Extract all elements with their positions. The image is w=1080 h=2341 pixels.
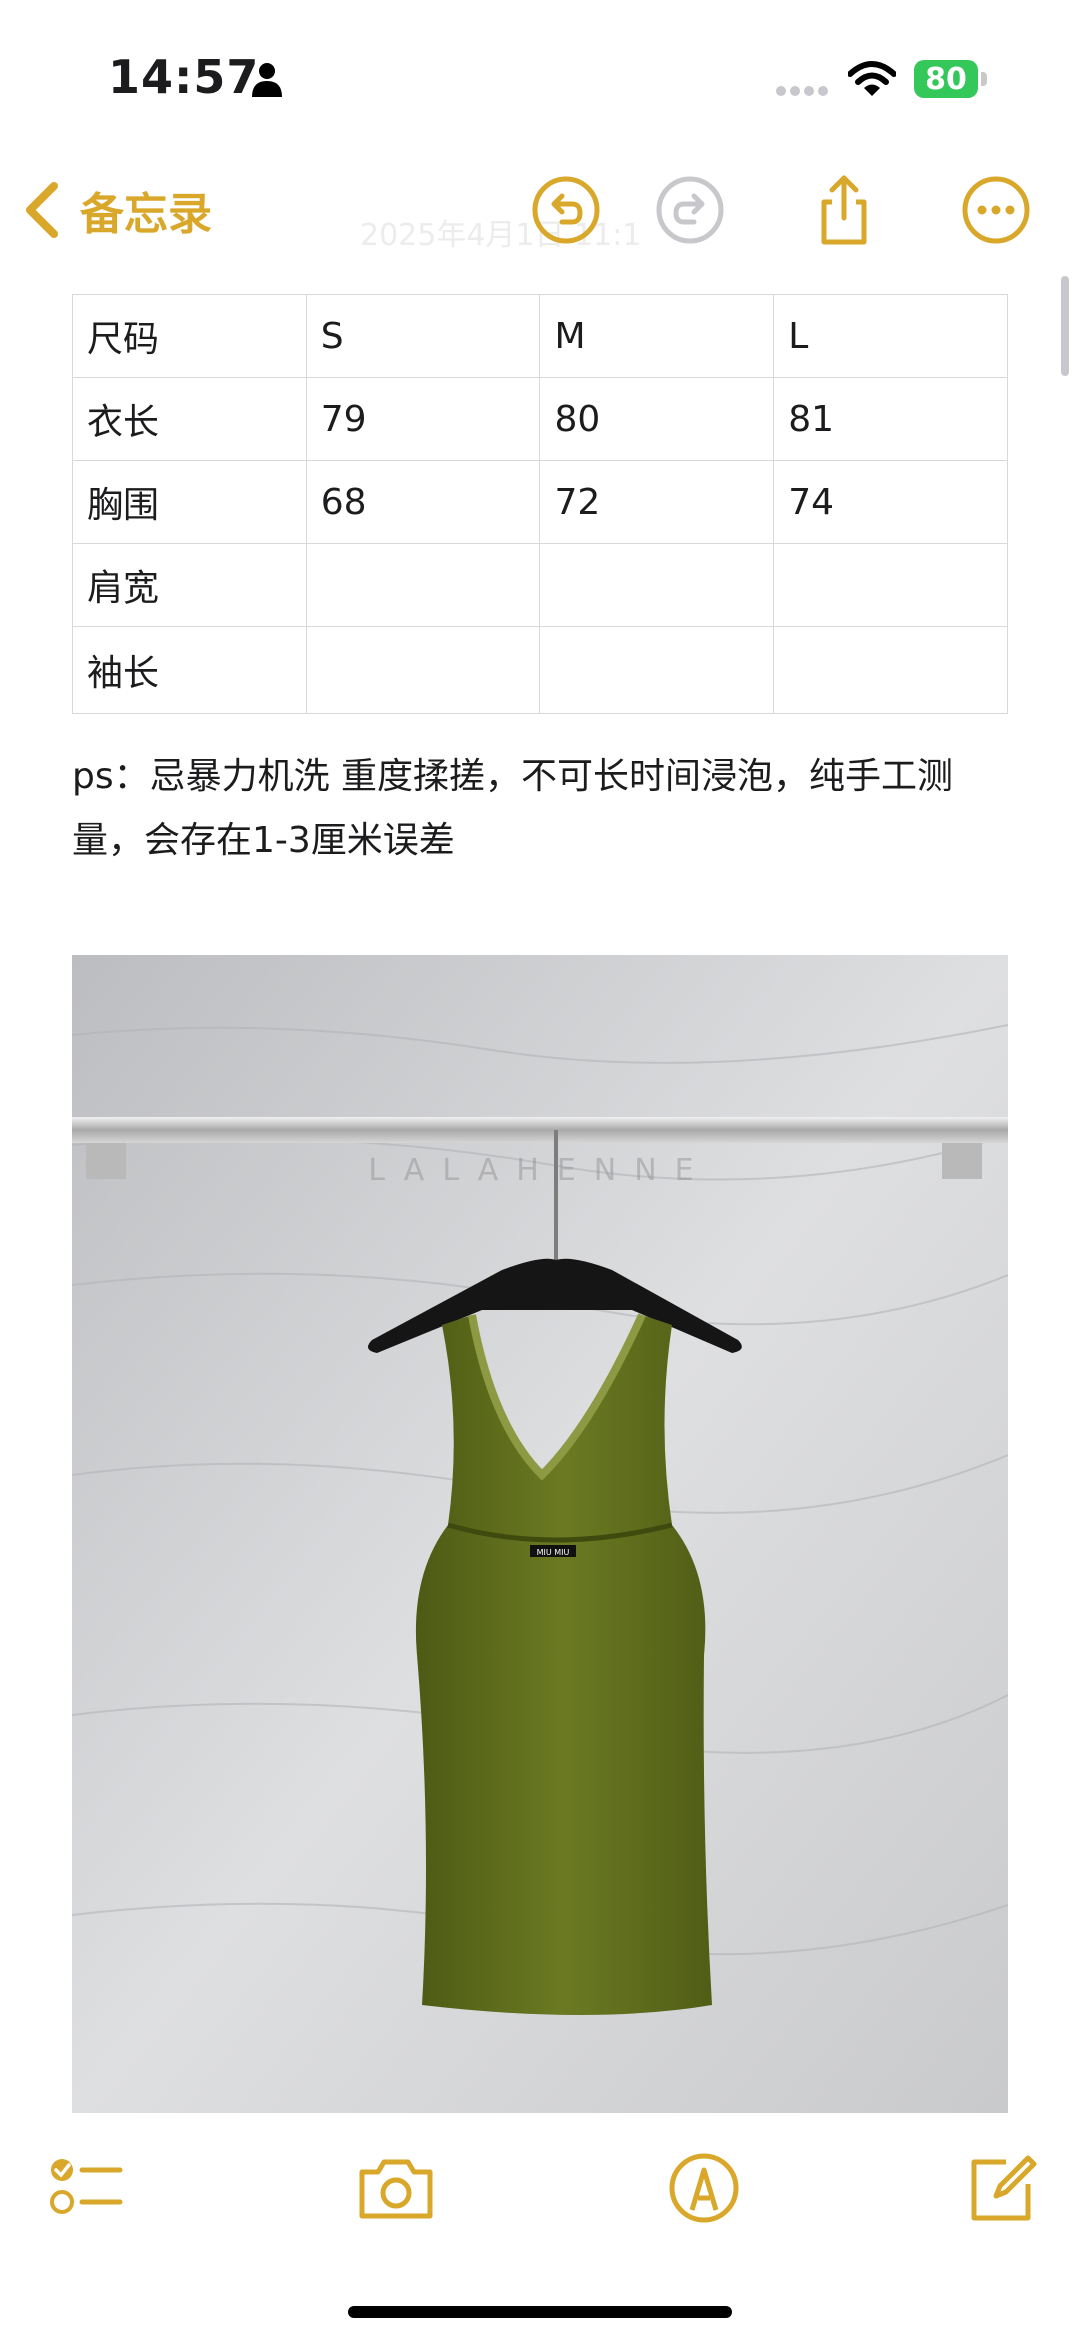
camera-icon (359, 2159, 433, 2219)
checklist-icon (50, 2159, 123, 2214)
table-cell[interactable] (539, 626, 775, 714)
table-row: 袖长 (72, 626, 1008, 714)
status-time: 14:57 (108, 50, 260, 104)
table-row: 尺码 S M L (72, 294, 1008, 378)
table-cell[interactable]: M (539, 294, 775, 378)
size-table: 尺码 S M L 衣长 79 80 81 胸围 68 72 74 肩宽 袖长 (72, 294, 1008, 714)
table-row-header-cell[interactable]: 尺码 (72, 294, 307, 378)
table-cell[interactable]: 72 (539, 460, 775, 544)
navigation-bar: 备忘录 2025年4月1日 11:1 (0, 160, 1080, 260)
table-row: 肩宽 (72, 543, 1008, 627)
table-cell[interactable] (773, 626, 1008, 714)
undo-button[interactable] (528, 172, 604, 248)
table-cell[interactable]: 74 (773, 460, 1008, 544)
table-row-header-cell[interactable]: 肩宽 (72, 543, 307, 627)
chevron-left-icon (26, 182, 58, 238)
table-row-header-cell[interactable]: 衣长 (72, 377, 307, 461)
more-button[interactable] (958, 172, 1034, 248)
person-icon (252, 63, 282, 97)
table-row: 衣长 79 80 81 (72, 377, 1008, 461)
redo-button[interactable] (652, 172, 728, 248)
table-row-header-cell[interactable]: 袖长 (72, 626, 307, 714)
photo-watermark: LALAHENNE (368, 1153, 711, 1188)
table-cell[interactable] (773, 543, 1008, 627)
table-cell[interactable] (539, 543, 775, 627)
home-indicator[interactable] (348, 2306, 732, 2318)
table-cell[interactable] (305, 543, 541, 627)
camera-button[interactable] (356, 2148, 436, 2228)
table-cell[interactable]: S (305, 294, 541, 378)
undo-icon (532, 176, 600, 244)
wifi-icon (848, 61, 896, 96)
back-button[interactable]: 备忘录 (22, 172, 212, 248)
markup-pen-icon (669, 2153, 739, 2223)
compose-icon (971, 2155, 1037, 2221)
battery-indicator: 80 (914, 60, 990, 98)
table-cell[interactable]: 80 (539, 377, 775, 461)
cellular-signal-icon (776, 86, 828, 96)
table-cell[interactable]: 79 (305, 377, 541, 461)
back-label: 备忘录 (80, 189, 212, 240)
bottom-toolbar (0, 2140, 1080, 2240)
care-note: ps：忌暴力机洗 重度揉搓，不可长时间浸泡，纯手工测量，会存在1-3厘米误差 (72, 756, 954, 861)
share-icon (821, 175, 867, 245)
product-photo[interactable]: MIU MIU LALAHENNE (72, 955, 1008, 2113)
scrollbar[interactable] (1061, 276, 1069, 376)
redo-icon (656, 176, 724, 244)
table-row: 胸围 68 72 74 (72, 460, 1008, 544)
dress-photo-image: MIU MIU LALAHENNE (72, 955, 1008, 2113)
checklist-button[interactable] (46, 2148, 126, 2228)
table-cell[interactable]: 68 (305, 460, 541, 544)
table-cell[interactable]: 81 (773, 377, 1008, 461)
table-row-header-cell[interactable]: 胸围 (72, 460, 307, 544)
battery-percent: 80 (925, 62, 967, 97)
compose-button[interactable] (962, 2148, 1042, 2228)
table-cell[interactable] (305, 626, 541, 714)
markup-button[interactable] (664, 2148, 744, 2228)
garment-label: MIU MIU (537, 1548, 570, 1557)
table-cell[interactable]: L (773, 294, 1008, 378)
more-icon (962, 176, 1030, 244)
status-bar: 14:57 80 (0, 0, 1080, 150)
share-button[interactable] (806, 172, 882, 248)
